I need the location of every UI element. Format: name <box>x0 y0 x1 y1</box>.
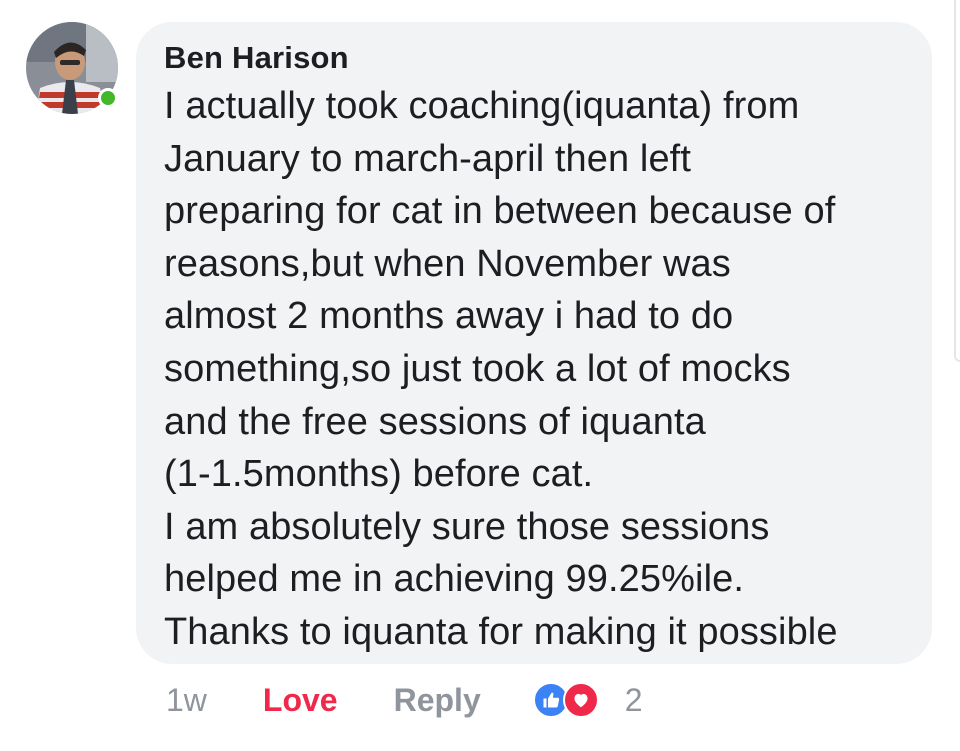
reaction-icons <box>532 682 607 718</box>
comment-text-line: something,so just took a lot of mocks <box>164 347 791 390</box>
comment-actions: 1w Love Reply 2 <box>166 676 643 724</box>
comment-text-line: I actually took coaching(iquanta) from <box>164 85 800 127</box>
reaction-summary[interactable]: 2 <box>532 681 643 719</box>
comment-text-line: almost 2 months away i had to do <box>164 295 734 338</box>
comment-text-line: preparing for cat in between because of <box>164 190 836 233</box>
scrollbar-edge[interactable] <box>954 0 960 362</box>
online-status-indicator <box>98 88 118 108</box>
comment-bubble: Ben Harison I actually took coaching(iqu… <box>136 22 932 664</box>
reaction-count: 2 <box>624 681 643 718</box>
comment-text: I actually took coaching(iquanta) from J… <box>164 80 912 659</box>
comment-text-line: (1-1.5months) before cat. <box>164 453 594 496</box>
comment-text-line: reasons,but when November was <box>164 242 731 285</box>
comment-text-line: Thanks to iquanta for making it possible <box>164 610 838 653</box>
comment-text-line: helped me in achieving 99.25%ile. <box>164 558 745 601</box>
heart-icon <box>562 682 599 718</box>
timestamp-link[interactable]: 1w <box>166 682 207 719</box>
comment-container: Ben Harison I actually took coaching(iqu… <box>0 0 960 751</box>
love-reaction-button[interactable]: Love <box>263 682 338 719</box>
avatar[interactable] <box>26 22 118 114</box>
comment-text-line: January to march-april then left <box>164 137 691 180</box>
comment-text-line: and the free sessions of iquanta <box>164 400 706 443</box>
comment-text-line: I am absolutely sure those sessions <box>164 505 770 548</box>
reply-button[interactable]: Reply <box>394 682 481 719</box>
author-name[interactable]: Ben Harison <box>164 40 912 76</box>
